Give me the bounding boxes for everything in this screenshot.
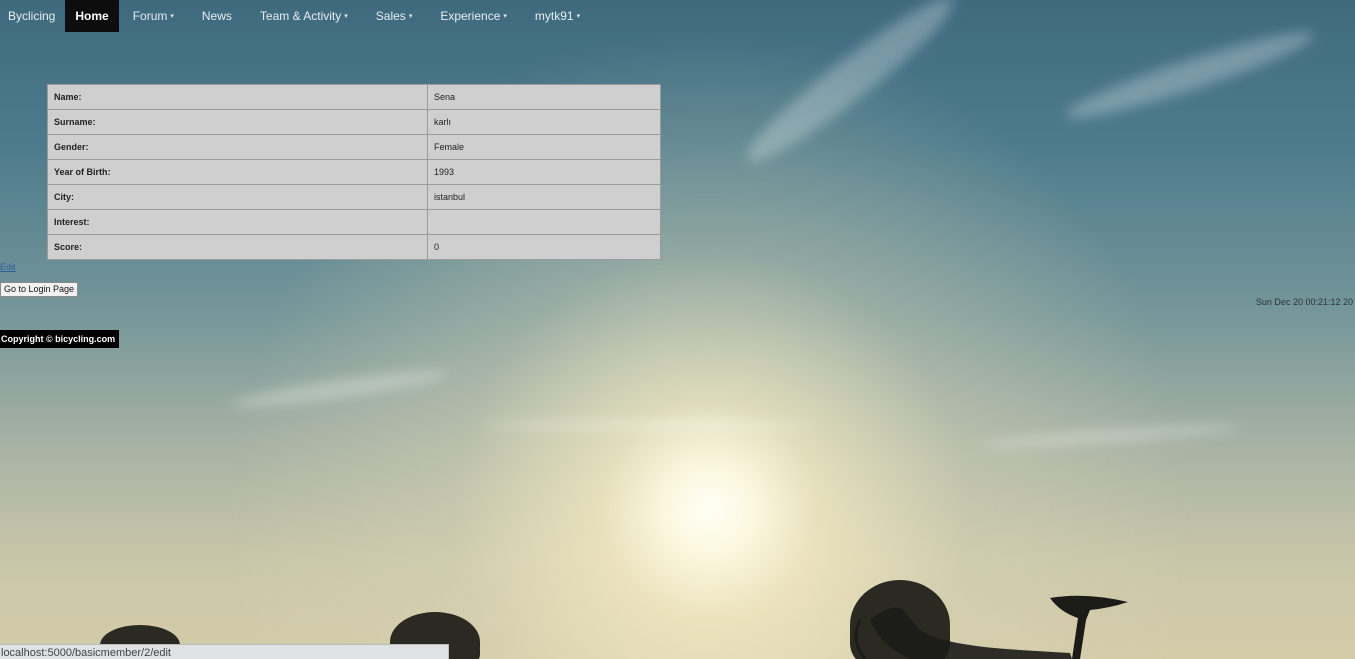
edit-link[interactable]: Edit <box>0 262 16 272</box>
caret-down-icon: ▾ <box>344 13 348 20</box>
surname-value: karlı <box>427 109 661 135</box>
caret-down-icon: ▾ <box>170 13 174 20</box>
nav-team-activity-dropdown[interactable]: Team & Activity ▾ <box>246 0 362 32</box>
bicycle-silhouette <box>854 595 1128 659</box>
cloud-decoration <box>1061 20 1319 130</box>
interest-label: Interest: <box>47 209 428 235</box>
browser-status-bar: localhost:5000/basicmember/2/edit <box>0 644 449 659</box>
nav-forum-label: Forum <box>132 9 168 23</box>
birth-year-label: Year of Birth: <box>47 159 428 185</box>
city-label: City: <box>47 184 428 210</box>
name-label: Name: <box>47 84 428 110</box>
brand-logo[interactable]: Byclicing <box>0 0 65 32</box>
gender-value: Female <box>427 134 661 160</box>
gender-label: Gender: <box>47 134 428 160</box>
nav-sales-dropdown[interactable]: Sales ▾ <box>362 0 427 32</box>
nav-experience-label: Experience <box>440 9 501 23</box>
top-navbar: Byclicing Home Forum ▾ News Team & Activ… <box>0 0 594 32</box>
caret-down-icon: ▾ <box>503 13 507 20</box>
profile-table: Name: Sena Surname: karlı Gender: Female… <box>47 84 661 260</box>
table-row: Interest: <box>47 209 661 235</box>
copyright-footer: Copyright © bicycling.com <box>0 330 120 348</box>
nav-sales-label: Sales <box>375 9 406 23</box>
caret-down-icon: ▾ <box>576 13 581 20</box>
cloud-decoration <box>979 420 1241 452</box>
table-row: Gender: Female <box>47 134 661 160</box>
nav-forum-dropdown[interactable]: Forum ▾ <box>119 0 188 32</box>
cloud-decoration <box>735 0 965 176</box>
nav-news-label: News <box>201 9 232 23</box>
score-value: 0 <box>427 234 661 260</box>
nav-user-dropdown[interactable]: mytk91 ▾ <box>521 0 594 32</box>
nav-news[interactable]: News <box>188 0 246 32</box>
go-to-login-button[interactable]: Go to Login Page <box>0 282 79 297</box>
interest-value <box>427 209 661 235</box>
table-row: Surname: karlı <box>47 109 661 135</box>
nav-home[interactable]: Home <box>65 0 119 32</box>
table-row: Year of Birth: 1993 <box>47 159 661 185</box>
birth-year-value: 1993 <box>427 159 661 185</box>
surname-label: Surname: <box>47 109 428 135</box>
city-value: istanbul <box>427 184 661 210</box>
cloud-decoration <box>480 420 820 430</box>
clock-display: Sun Dec 20 00:21:12 20 <box>1255 297 1353 307</box>
nav-user-label: mytk91 <box>534 9 574 23</box>
name-value: Sena <box>427 84 661 110</box>
caret-down-icon: ▾ <box>408 13 413 20</box>
nav-team-activity-label: Team & Activity <box>259 9 342 23</box>
nav-experience-dropdown[interactable]: Experience ▾ <box>426 0 521 32</box>
score-label: Score: <box>47 234 428 260</box>
table-row: Score: 0 <box>47 234 661 260</box>
table-row: City: istanbul <box>47 184 661 210</box>
nav-home-label: Home <box>75 9 109 23</box>
cloud-decoration <box>229 364 451 414</box>
table-row: Name: Sena <box>47 84 661 110</box>
